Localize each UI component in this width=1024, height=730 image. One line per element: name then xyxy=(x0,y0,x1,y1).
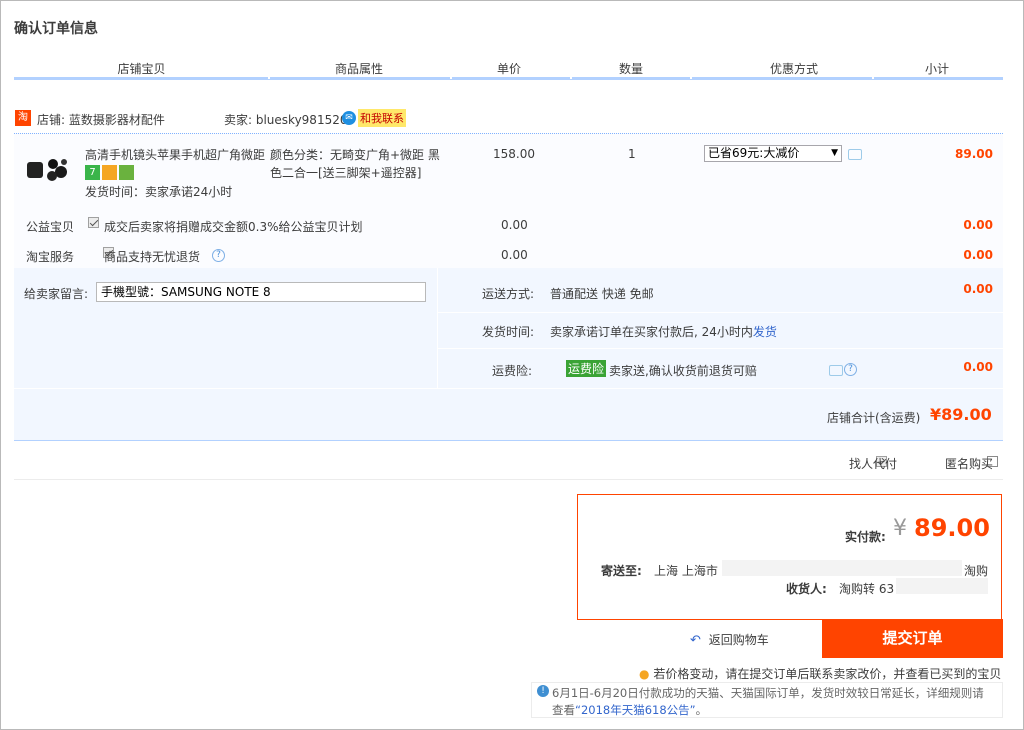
promo-suffix: 。 xyxy=(695,703,708,717)
ship-to-suffix: 淘购 xyxy=(964,564,989,578)
delivery-time-link[interactable]: 发货 xyxy=(753,325,777,339)
promo-announcement-link[interactable]: “2018年天猫618公告” xyxy=(575,703,696,717)
page-title: 确认订单信息 xyxy=(14,21,98,37)
store-total-value: ¥89.00 xyxy=(930,405,992,424)
chat-bubble-icon: ✉ xyxy=(342,110,356,125)
product-thumbnail[interactable] xyxy=(26,154,72,184)
help-icon[interactable]: ? xyxy=(844,363,857,376)
contact-seller-label: 和我联系 xyxy=(358,108,406,127)
return-service-price: 0.00 xyxy=(501,248,528,262)
delivery-time-label: 发货时间: xyxy=(482,325,535,339)
unit-price: 158.00 xyxy=(493,147,535,161)
receiver-redacted xyxy=(896,578,988,594)
back-arrow-icon: ↶ xyxy=(690,633,701,648)
promo-notice-line2: 查看“2018年天猫618公告”。 xyxy=(552,702,707,718)
ship-to-value: 上海 上海市 xyxy=(654,564,718,578)
seven-day-return-icon: 7 xyxy=(85,165,100,180)
chevron-down-icon: ▼ xyxy=(831,148,838,158)
price-change-notice: ● 若价格变动，请在提交订单后联系卖家改价，并查看已买到的宝贝 xyxy=(639,665,1001,682)
taobao-shop-icon: 淘 xyxy=(15,110,31,126)
back-to-cart-label: 返回购物车 xyxy=(708,633,769,647)
charity-label: 公益宝贝 xyxy=(26,220,75,234)
discount-select[interactable]: 已省69元:大减价 ▼ xyxy=(704,145,842,162)
insurance-badge: 运费险 xyxy=(566,360,607,377)
header-discount: 优惠方式 xyxy=(769,62,818,76)
guarantee-icon xyxy=(119,165,134,180)
message-label: 给卖家留言: xyxy=(24,287,89,301)
actual-payment-amount: 89.00 xyxy=(914,514,990,542)
header-subtotal: 小计 xyxy=(924,62,949,76)
discount-selected-value: 已省69元:大减价 xyxy=(708,146,800,160)
return-service-subtotal: 0.00 xyxy=(963,248,993,262)
store-total-label: 店铺合计(含运费) xyxy=(827,411,921,425)
insurance-cost: 0.00 xyxy=(963,360,993,374)
taobao-service-label: 淘宝服务 xyxy=(26,250,75,264)
header-attributes: 商品属性 xyxy=(334,62,383,76)
delivery-time-text: 卖家承诺订单在买家付款后, 24小时内 xyxy=(550,325,753,339)
info-icon: ! xyxy=(537,685,549,697)
shipping-method-value: 普通配送 快递 免邮 xyxy=(550,287,654,301)
contact-seller-button[interactable]: ✉ 和我联系 xyxy=(342,108,406,127)
product-attributes: 颜色分类：无畸变广角+微距 黑色二合一[送三脚架+遥控器] xyxy=(270,148,440,180)
receiver-label: 收货人: xyxy=(786,582,827,596)
shipping-method-label: 运送方式: xyxy=(482,287,535,301)
product-title-link[interactable]: 高清手机镜头苹果手机超广角微距 xyxy=(85,146,267,163)
charity-checkbox xyxy=(88,217,99,228)
shop-name[interactable]: 店铺: 蓝数摄影器材配件 xyxy=(37,111,165,128)
header-quantity: 数量 xyxy=(618,62,643,76)
delivery-time-value: 卖家承诺订单在买家付款后, 24小时内发货 xyxy=(550,323,777,340)
item-subtotal: 89.00 xyxy=(955,147,993,161)
promo-prefix: 查看 xyxy=(552,703,575,717)
promo-notice-line1: 6月1日-6月20日付款成功的天猫、天猫国际订单，发货时效较日常延长，详细规则请 xyxy=(552,686,984,700)
address-redacted xyxy=(722,560,962,576)
header-unit-price: 单价 xyxy=(496,62,521,76)
comment-icon[interactable] xyxy=(829,365,843,376)
credit-card-icon xyxy=(102,165,117,180)
insurance-label: 运费险: xyxy=(492,364,533,378)
quantity-value: 1 xyxy=(628,147,636,161)
ship-to-label: 寄送至: xyxy=(601,564,642,578)
receiver-value: 淘购转 63 xyxy=(839,582,895,596)
submit-order-button[interactable]: 提交订单 xyxy=(822,619,1003,658)
help-icon[interactable]: ? xyxy=(212,249,225,262)
location-pin-icon: ● xyxy=(639,667,650,681)
seller-name[interactable]: 卖家: bluesky981520 xyxy=(224,111,347,128)
anonymous-label[interactable]: 匿名购买 xyxy=(945,455,993,472)
insurance-description: 卖家送,确认收货前退货可赔 xyxy=(609,364,757,378)
price-change-text: 若价格变动，请在提交订单后联系卖家改价，并查看已买到的宝贝 xyxy=(653,667,1002,681)
message-input[interactable]: 手機型號：SAMSUNG NOTE 8 xyxy=(96,282,426,302)
header-shop-items: 店铺宝贝 xyxy=(117,62,166,76)
table-header: 店铺宝贝 商品属性 单价 数量 优惠方式 小计 xyxy=(14,56,1003,80)
return-service-description: 商品支持无忧退货 xyxy=(104,250,201,264)
currency-symbol: ¥ xyxy=(893,516,907,541)
product-ship-time: 发货时间：卖家承诺24小时 xyxy=(85,185,233,199)
back-to-cart-link[interactable]: ↶ 返回购物车 xyxy=(690,631,769,648)
proxy-pay-label[interactable]: 找人代付 xyxy=(849,455,897,472)
service-icons: 7 xyxy=(85,165,134,180)
charity-price: 0.00 xyxy=(501,218,528,232)
shipping-cost: 0.00 xyxy=(963,282,993,296)
charity-subtotal: 0.00 xyxy=(963,218,993,232)
actual-payment-label: 实付款: xyxy=(845,530,886,544)
charity-description: 成交后卖家将捐赠成交金额0.3%给公益宝贝计划 xyxy=(104,220,363,234)
comment-icon[interactable] xyxy=(848,149,862,160)
payment-summary xyxy=(577,494,1002,620)
